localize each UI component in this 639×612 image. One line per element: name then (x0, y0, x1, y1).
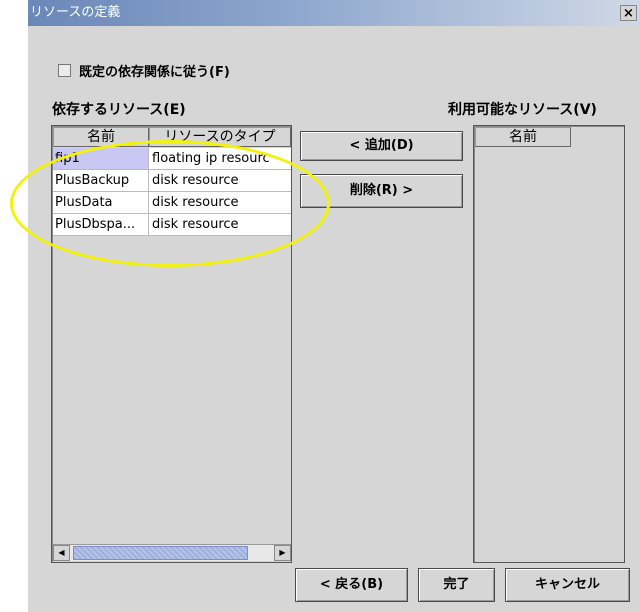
add-button[interactable]: < 追加(D) (300, 131, 463, 161)
scroll-right-icon[interactable]: ▶ (274, 545, 291, 561)
follow-default-checkbox-row[interactable]: 既定の依存関係に従う(F) (58, 60, 230, 80)
column-header-name[interactable]: 名前 (475, 127, 571, 147)
row-type: disk resource (152, 217, 239, 232)
row-name: PlusData (53, 192, 149, 213)
dialog-window: リソースの定義 × 既定の依存関係に従う(F) 依存するリソース(E) 利用可能… (10, 0, 639, 612)
row-name: PlusDbspa... (53, 214, 149, 235)
window-title: リソースの定義 (30, 5, 121, 20)
scroll-left-icon[interactable]: ◀ (53, 545, 70, 561)
follow-default-checkbox[interactable] (58, 63, 71, 77)
follow-default-label: 既定の依存関係に従う(F) (79, 64, 230, 80)
scroll-thumb[interactable] (73, 546, 248, 560)
back-button[interactable]: < 戻る(B) (295, 568, 408, 602)
table-row[interactable]: PlusDbspa... disk resource (53, 214, 291, 236)
available-resources-label: 利用可能なリソース(V) (448, 102, 597, 118)
row-type: disk resource (152, 173, 239, 188)
available-resources-table[interactable]: 名前 (473, 125, 625, 563)
dependent-resources-table[interactable]: 名前 リソースのタイプ fip1 floating ip resourc Plu… (51, 125, 292, 563)
table-row[interactable]: fip1 floating ip resourc (53, 148, 291, 170)
column-header-type[interactable]: リソースのタイプ (149, 127, 291, 147)
cancel-button[interactable]: キャンセル (505, 568, 630, 602)
row-type: disk resource (152, 195, 239, 210)
close-icon[interactable]: × (620, 5, 637, 21)
finish-button[interactable]: 完了 (418, 568, 495, 602)
dependent-resources-label: 依存するリソース(E) (52, 102, 186, 118)
table-row[interactable]: PlusBackup disk resource (53, 170, 291, 192)
row-type: floating ip resourc (152, 151, 270, 166)
row-name: PlusBackup (53, 170, 149, 191)
column-header-name[interactable]: 名前 (53, 127, 149, 147)
title-bar[interactable]: リソースの定義 × (28, 0, 639, 26)
horizontal-scrollbar[interactable]: ◀ ▶ (53, 544, 291, 561)
row-name: fip1 (53, 148, 149, 169)
remove-button[interactable]: 削除(R) > (300, 174, 463, 208)
table-row[interactable]: PlusData disk resource (53, 192, 291, 214)
